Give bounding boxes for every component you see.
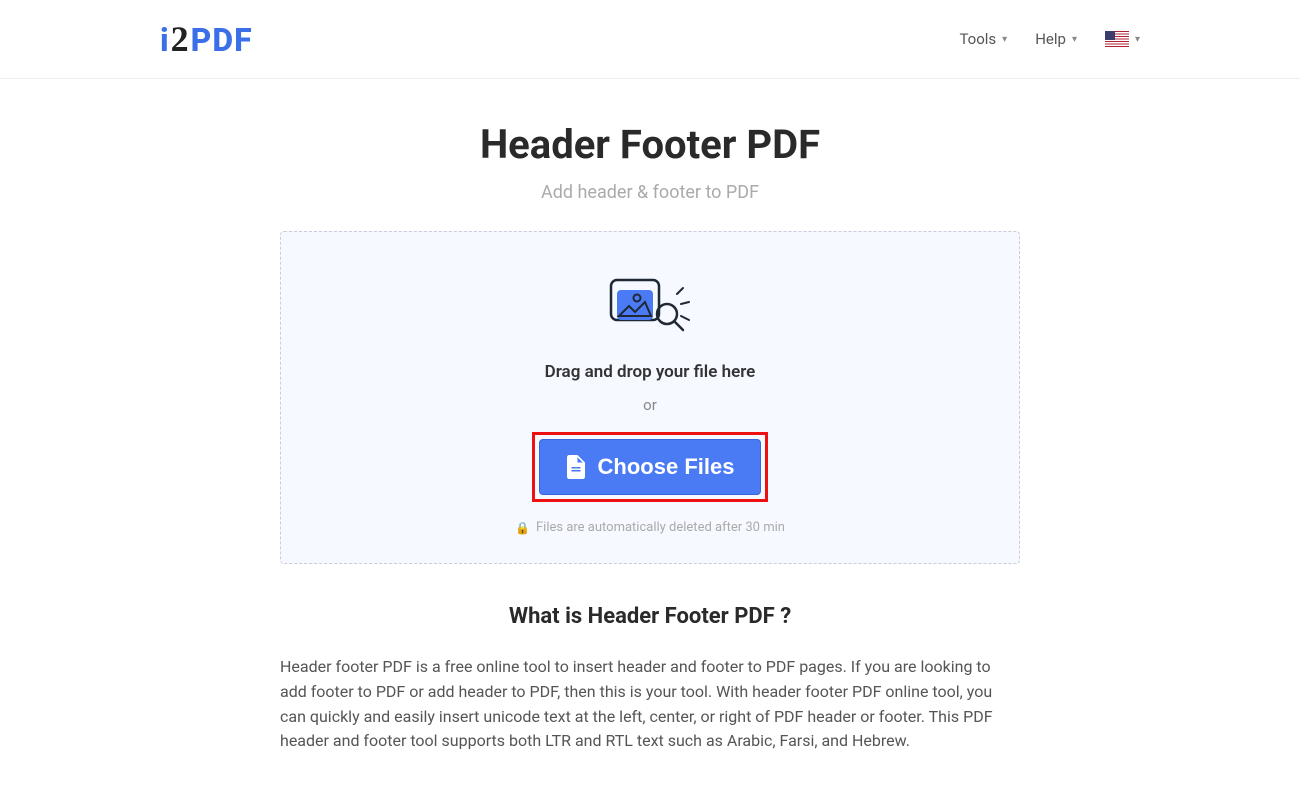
dropzone-text: Drag and drop your file here (301, 362, 999, 382)
nav-help[interactable]: Help ▾ (1035, 30, 1077, 48)
us-flag-icon (1105, 31, 1129, 47)
nav-tools[interactable]: Tools ▾ (959, 30, 1007, 48)
chevron-down-icon: ▾ (1072, 34, 1077, 45)
nav-language[interactable]: ▾ (1105, 31, 1140, 47)
file-icon (566, 455, 586, 479)
image-search-icon (605, 276, 695, 338)
dropzone-or: or (301, 396, 999, 414)
logo-pdf: PDF (191, 21, 253, 59)
logo-2: 2 (171, 18, 189, 60)
dropzone[interactable]: Drag and drop your file here or Choose F… (280, 231, 1020, 564)
chevron-down-icon: ▾ (1135, 34, 1140, 45)
main: Header Footer PDF Add header & footer to… (160, 79, 1140, 794)
choose-files-highlight: Choose Files (532, 432, 769, 502)
info-heading: What is Header Footer PDF ? (180, 604, 1120, 629)
chevron-down-icon: ▾ (1002, 34, 1007, 45)
info-body: Header footer PDF is a free online tool … (280, 655, 1020, 754)
header: i 2 PDF Tools ▾ Help ▾ ▾ (0, 0, 1300, 79)
lock-icon: 🔒 (515, 521, 530, 535)
choose-files-label: Choose Files (598, 454, 735, 480)
nav-tools-label: Tools (959, 30, 996, 48)
choose-files-button[interactable]: Choose Files (539, 439, 762, 495)
dropzone-note-text: Files are automatically deleted after 30… (536, 520, 785, 535)
logo-i: i (160, 21, 169, 59)
page-subtitle: Add header & footer to PDF (180, 182, 1120, 203)
page-title: Header Footer PDF (180, 121, 1120, 168)
nav-help-label: Help (1035, 30, 1066, 48)
nav: Tools ▾ Help ▾ ▾ (959, 30, 1140, 48)
logo[interactable]: i 2 PDF (160, 18, 253, 60)
dropzone-note: 🔒 Files are automatically deleted after … (301, 520, 999, 535)
